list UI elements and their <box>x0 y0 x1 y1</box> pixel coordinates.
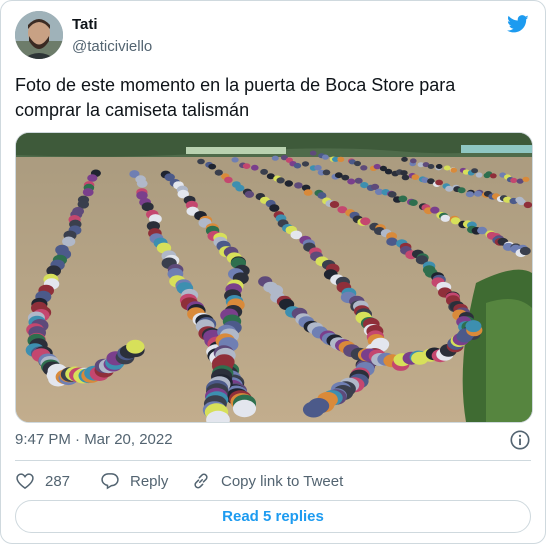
author-handle[interactable]: @taticiviello <box>72 38 152 55</box>
tweet-text: Foto de este momento en la puerta de Boc… <box>15 75 456 120</box>
tweet-timestamp[interactable]: 9:47 PM · Mar 20, 2022 <box>15 431 173 448</box>
author-name[interactable]: Tati <box>72 16 98 33</box>
heart-icon <box>16 473 34 490</box>
reply-label: Reply <box>130 472 169 490</box>
tweet-card: Tati @taticiviello Foto de este momento … <box>0 0 546 544</box>
like-count: 287 <box>45 472 71 490</box>
divider <box>15 460 531 461</box>
info-icon[interactable] <box>509 429 531 451</box>
speech-bubble-icon <box>101 473 119 490</box>
copy-link-button[interactable]: Copy link to Tweet <box>191 471 343 491</box>
crowd-queue-photo <box>16 133 532 422</box>
like-button[interactable]: 287 <box>15 471 70 491</box>
copy-link-label: Copy link to Tweet <box>221 472 344 490</box>
avatar[interactable] <box>15 11 63 59</box>
reply-button[interactable]: Reply <box>100 471 168 491</box>
read-replies-button[interactable]: Read 5 replies <box>15 500 531 533</box>
link-icon <box>194 473 208 489</box>
tweet-photo[interactable] <box>15 132 533 423</box>
twitter-bird-icon[interactable] <box>506 13 530 35</box>
